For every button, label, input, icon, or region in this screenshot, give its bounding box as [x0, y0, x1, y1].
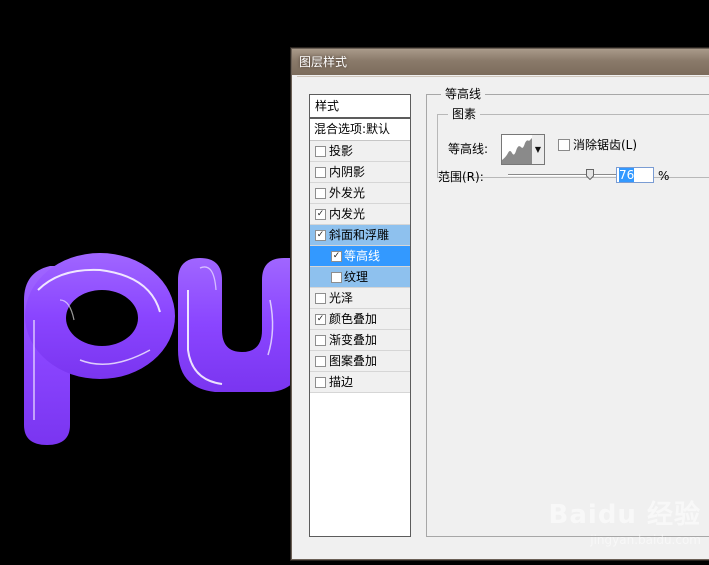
elements-group: 图素 等高线: ▼ 消除锯齿(L) 范围(R): 76 %	[437, 106, 709, 184]
style-item[interactable]: 内阴影	[310, 162, 410, 183]
baidu-watermark: Baidu 经验 jingyan.baidu.com	[549, 494, 701, 547]
contour-label: 等高线:	[448, 142, 489, 156]
style-item-label: 内阴影	[329, 165, 366, 179]
layer-style-dialog: 图层样式 样式 混合选项:默认 投影 内阴影 外发光 ✓ 内发光 ✓ 斜面和浮雕 ✓ 等高线 纹理…	[291, 48, 709, 560]
style-item-label: 投影	[329, 144, 354, 158]
contour-group: 等高线 图素 等高线: ▼ 消除锯齿(L) 范围(R): 76 %	[426, 86, 709, 537]
style-item-label: 纹理	[344, 270, 369, 284]
style-item-checkbox[interactable]	[315, 335, 326, 346]
range-unit: %	[658, 169, 670, 183]
letter-u	[178, 258, 300, 392]
letter-p	[24, 253, 175, 445]
style-item-checkbox[interactable]: ✓	[315, 230, 326, 241]
style-item[interactable]: 纹理	[310, 267, 410, 288]
style-item-label: 颜色叠加	[329, 312, 378, 326]
range-slider-track[interactable]	[508, 174, 616, 176]
style-item[interactable]: 图案叠加	[310, 351, 410, 372]
range-label: 范围(R):	[438, 170, 484, 184]
style-item-label: 图案叠加	[329, 354, 378, 368]
contour-group-title: 等高线	[441, 86, 486, 102]
style-item[interactable]: ✓ 斜面和浮雕	[310, 225, 410, 246]
contour-curve-icon	[502, 138, 532, 164]
style-item-checkbox[interactable]	[315, 356, 326, 367]
styles-header[interactable]: 样式	[310, 95, 410, 119]
style-item-label: 斜面和浮雕	[329, 228, 390, 242]
style-item-checkbox[interactable]	[331, 272, 342, 283]
range-slider-handle[interactable]	[586, 169, 595, 180]
style-item[interactable]: 光泽	[310, 288, 410, 309]
style-item[interactable]: 投影	[310, 141, 410, 162]
style-item-label: 外发光	[329, 186, 366, 200]
style-item-checkbox[interactable]	[315, 377, 326, 388]
style-item-checkbox[interactable]	[315, 167, 326, 178]
range-value-input[interactable]: 76	[616, 167, 654, 183]
style-item[interactable]: 描边	[310, 372, 410, 393]
style-item-label: 描边	[329, 375, 354, 389]
watermark-brand: Baidu 经验	[548, 500, 701, 530]
style-item[interactable]: 渐变叠加	[310, 330, 410, 351]
style-item[interactable]: ✓ 颜色叠加	[310, 309, 410, 330]
style-item-checkbox[interactable]	[315, 293, 326, 304]
elements-group-title: 图素	[448, 106, 481, 122]
style-item[interactable]: ✓ 等高线	[310, 246, 410, 267]
style-item[interactable]: ✓ 内发光	[310, 204, 410, 225]
watermark-url: jingyan.baidu.com	[590, 533, 701, 547]
style-item-label: 渐变叠加	[329, 333, 378, 347]
style-item-checkbox[interactable]: ✓	[315, 314, 326, 325]
caret-down-icon: ▼	[534, 145, 542, 154]
style-item-label: 光泽	[329, 291, 354, 305]
anti-alias-label[interactable]: 消除锯齿(L)	[573, 138, 637, 152]
style-item[interactable]: 外发光	[310, 183, 410, 204]
style-item-checkbox[interactable]	[315, 146, 326, 157]
blend-options-item[interactable]: 混合选项:默认	[310, 119, 410, 141]
style-item-checkbox[interactable]	[315, 188, 326, 199]
contour-dropdown-button[interactable]: ▼	[532, 134, 545, 165]
style-item-checkbox[interactable]: ✓	[331, 251, 342, 262]
styles-list-panel: 样式 混合选项:默认 投影 内阴影 外发光 ✓ 内发光 ✓ 斜面和浮雕 ✓ 等高线 纹理 光泽 ✓ 颜色…	[309, 94, 411, 537]
anti-alias-checkbox[interactable]	[558, 139, 570, 151]
style-item-label: 内发光	[329, 207, 366, 221]
contour-picker[interactable]	[501, 134, 533, 165]
style-item-label: 等高线	[344, 249, 381, 263]
dialog-title[interactable]: 图层样式	[292, 49, 709, 75]
style-item-checkbox[interactable]: ✓	[315, 209, 326, 220]
style-items: 投影 内阴影 外发光 ✓ 内发光 ✓ 斜面和浮雕 ✓ 等高线 纹理 光泽 ✓ 颜色叠加 渐变叠加 图案叠加描…	[310, 141, 410, 393]
dialog-client: 样式 混合选项:默认 投影 内阴影 外发光 ✓ 内发光 ✓ 斜面和浮雕 ✓ 等高线 纹理 光泽 ✓ 颜色…	[297, 76, 709, 554]
